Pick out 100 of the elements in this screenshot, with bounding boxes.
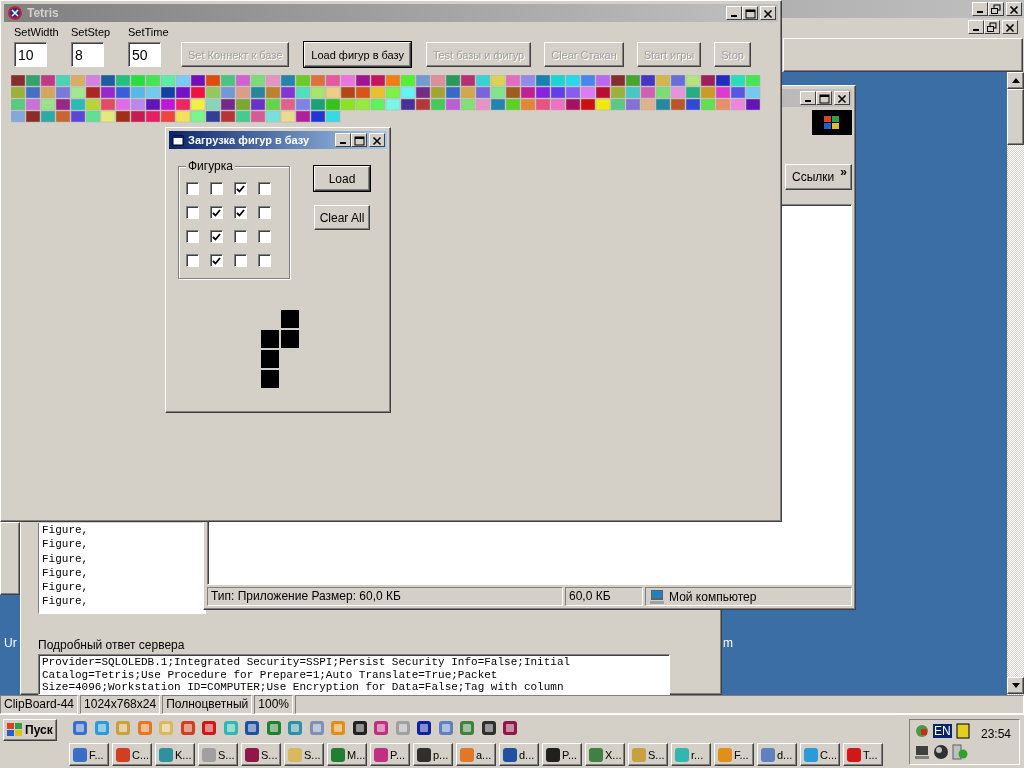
desktop-text: m [723, 636, 733, 650]
checkbox[interactable] [258, 254, 271, 267]
checkbox[interactable] [210, 182, 223, 195]
program-icon[interactable] [502, 720, 518, 736]
task-button[interactable]: P... [370, 743, 410, 766]
list-item[interactable]: Figure, [42, 580, 203, 595]
response-text-field[interactable] [38, 654, 670, 695]
checkbox[interactable] [234, 254, 247, 267]
program-icon [330, 746, 346, 763]
close-button[interactable] [1006, 2, 1022, 16]
links-toolbar[interactable]: Ссылки » [785, 164, 852, 190]
program-icon [717, 746, 733, 763]
program-icon [72, 746, 88, 763]
task-button[interactable]: K... [155, 743, 195, 766]
close-icon [836, 92, 848, 104]
language-indicator[interactable]: EN [933, 724, 952, 738]
checkbox[interactable] [234, 206, 247, 219]
program-icon [760, 746, 776, 763]
dialog-button[interactable]: Load [314, 166, 370, 191]
task-button[interactable]: S... [284, 743, 324, 766]
checkbox[interactable] [258, 230, 271, 243]
program-icon [416, 746, 432, 763]
restore-button[interactable] [984, 20, 1000, 34]
task-button[interactable]: S... [198, 743, 238, 766]
clock[interactable]: 23:54 [981, 727, 1012, 741]
maximize-button[interactable] [816, 91, 832, 105]
tray-icon[interactable] [954, 723, 971, 739]
close-button[interactable] [760, 6, 776, 20]
computer-icon[interactable] [914, 744, 930, 760]
restore-button[interactable] [988, 2, 1004, 16]
program-icon[interactable] [244, 720, 260, 736]
checkbox[interactable] [186, 254, 199, 267]
checkbox[interactable] [186, 182, 199, 195]
tray-icon[interactable] [933, 744, 949, 760]
start-button[interactable]: Пуск [3, 719, 57, 741]
checkbox[interactable] [258, 182, 271, 195]
task-button[interactable]: C... [112, 743, 152, 766]
checkbox[interactable] [210, 206, 223, 219]
program-icon [674, 746, 690, 763]
restore-icon [990, 3, 1002, 15]
task-button[interactable]: P... [542, 743, 582, 766]
minimize-icon [731, 15, 737, 17]
number-field[interactable]: 50 [128, 42, 161, 67]
task-button[interactable]: X... [585, 743, 625, 766]
task-button[interactable]: a... [456, 743, 496, 766]
status-text: Тип: Приложение Размер: 60,0 КБ [207, 587, 563, 606]
toolbar-button[interactable]: Load фигур в базу [304, 42, 411, 67]
checkbox[interactable] [234, 230, 247, 243]
minimize-button[interactable] [800, 91, 816, 105]
list-item[interactable]: Figure, [42, 523, 203, 538]
program-icon[interactable] [416, 720, 432, 736]
program-icon[interactable] [480, 720, 497, 736]
maximize-button[interactable] [742, 6, 758, 20]
scrollbar-thumb[interactable] [1007, 89, 1024, 145]
dialog-button[interactable]: Clear All [314, 205, 370, 230]
task-button[interactable]: S... [628, 743, 668, 766]
checkbox[interactable] [234, 182, 247, 195]
list-item[interactable]: Figure, [42, 551, 203, 566]
checkbox[interactable] [210, 254, 223, 267]
program-icon[interactable] [351, 720, 368, 736]
maximize-button[interactable] [351, 133, 367, 147]
checkbox[interactable] [186, 206, 199, 219]
program-icon [502, 746, 518, 763]
task-button[interactable]: r... [671, 743, 711, 766]
task-button[interactable]: d... [499, 743, 539, 766]
scrollbar[interactable] [1007, 72, 1024, 695]
checkbox[interactable] [210, 230, 223, 243]
minimize-button[interactable] [726, 6, 742, 20]
maximize-icon [353, 134, 365, 146]
task-button[interactable]: F... [69, 743, 109, 766]
task-button[interactable]: M... [327, 743, 367, 766]
links-label[interactable]: Ссылки [792, 170, 835, 184]
minimize-button[interactable] [972, 2, 988, 16]
close-button[interactable] [369, 133, 385, 147]
scroll-down-button[interactable] [1007, 677, 1024, 694]
list-item[interactable]: Figure, [42, 565, 203, 581]
minimize-button[interactable] [968, 20, 984, 34]
task-button[interactable]: C... [800, 743, 840, 766]
task-button[interactable]: S... [241, 743, 281, 766]
program-icon [287, 746, 303, 763]
list-item[interactable]: Figure, [42, 594, 203, 609]
number-field[interactable]: 8 [71, 42, 104, 67]
number-field[interactable]: 10 [14, 42, 47, 67]
minimize-button[interactable] [335, 133, 351, 147]
close-icon [371, 134, 383, 146]
checkbox[interactable] [186, 230, 199, 243]
chevron-button[interactable]: » [840, 165, 847, 179]
list-item[interactable]: Figure, [42, 537, 203, 552]
windows-logo-icon [7, 723, 23, 737]
program-icon [115, 746, 131, 763]
task-button[interactable]: T... [843, 743, 883, 766]
table-list[interactable]: Figure, Figure, Figure, Figure, Figure, Figure, [38, 523, 206, 614]
task-button[interactable]: p... [413, 743, 453, 766]
task-button[interactable]: F... [714, 743, 754, 766]
scroll-up-button[interactable] [1007, 72, 1024, 89]
close-button[interactable] [834, 91, 850, 105]
close-button[interactable] [1002, 20, 1018, 34]
checkbox[interactable] [258, 206, 271, 219]
task-button[interactable]: d... [757, 743, 797, 766]
up-arrow-icon [1011, 78, 1020, 83]
